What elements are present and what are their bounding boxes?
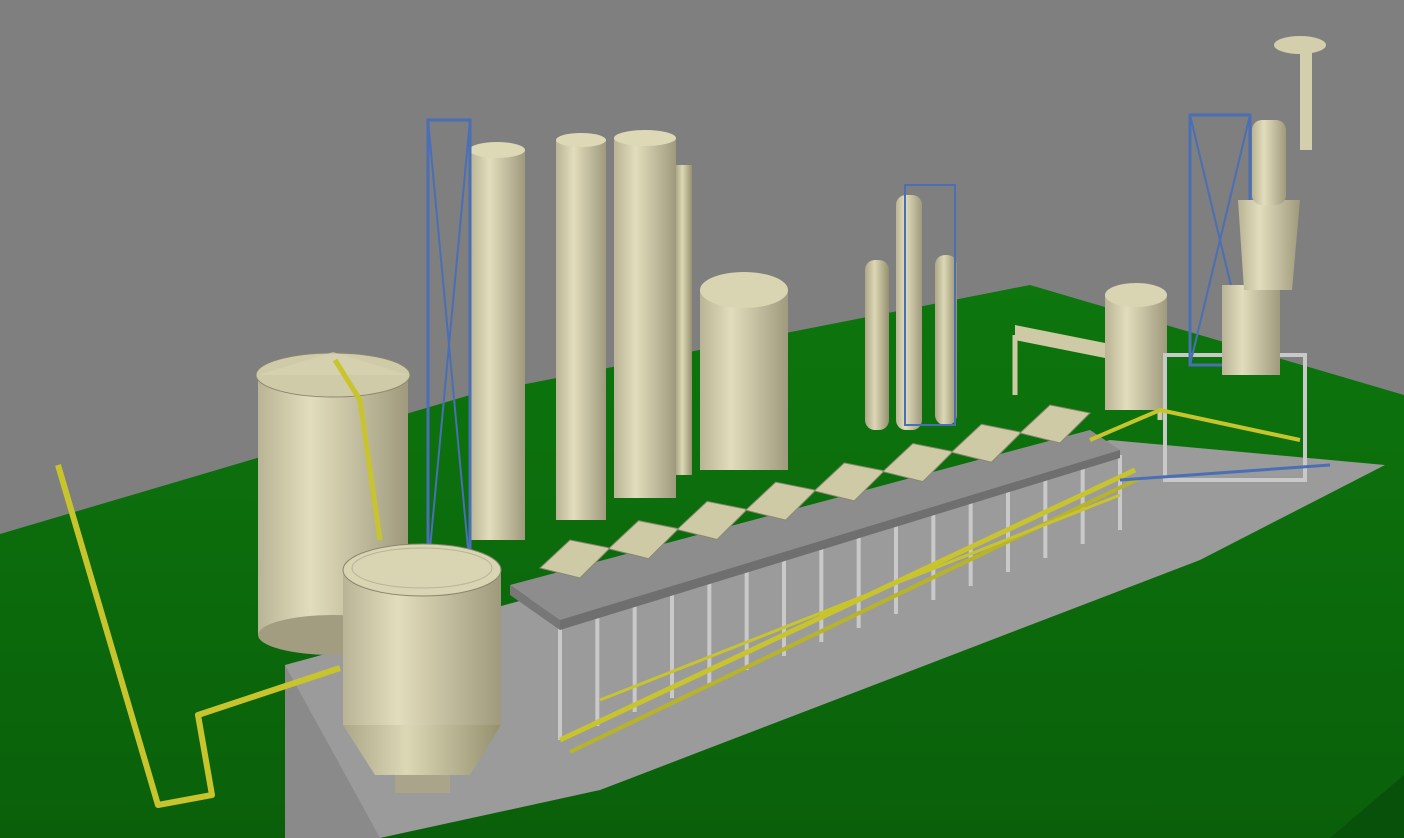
storage-tank-domed <box>700 272 788 470</box>
3d-viewport[interactable] <box>0 0 1404 838</box>
tall-column-2 <box>556 133 606 520</box>
storage-silo-hopper <box>342 543 502 793</box>
tall-column-3 <box>614 130 692 498</box>
storage-tank-domed <box>1105 283 1167 410</box>
slim-column-pair <box>865 184 957 430</box>
plant-model-scene[interactable] <box>0 0 1404 838</box>
